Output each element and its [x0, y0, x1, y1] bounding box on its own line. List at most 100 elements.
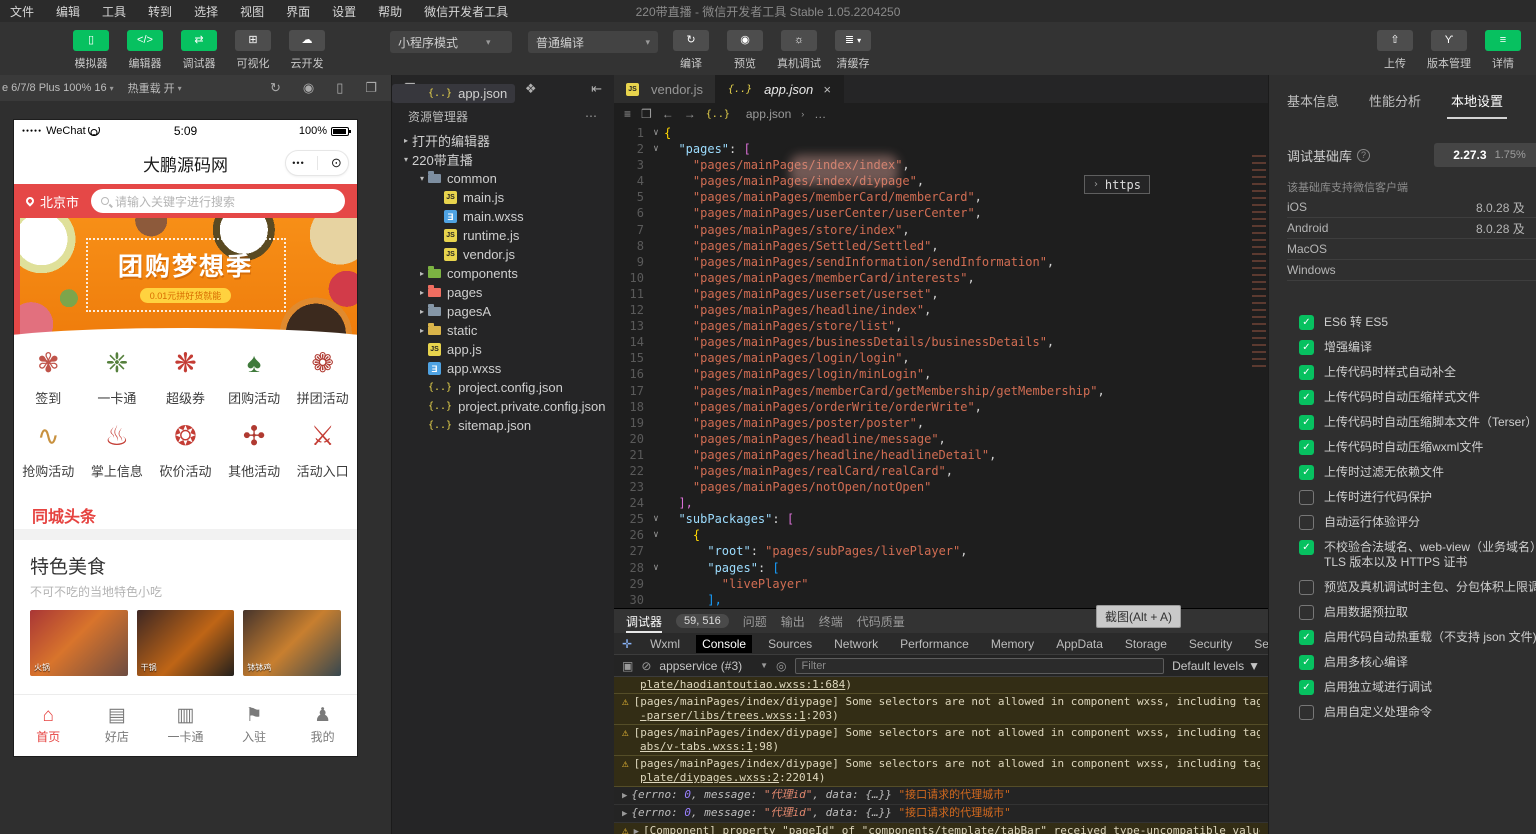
menu-item[interactable]: 转到	[148, 3, 172, 20]
feature-grid-item[interactable]: ❁拼团活动	[288, 348, 357, 407]
checkbox-unchecked[interactable]	[1299, 580, 1314, 595]
console-message[interactable]: ▶{errno: 0, message: "代理id", data: {…}} …	[614, 787, 1268, 805]
tree-item[interactable]: ▸pages	[392, 283, 614, 302]
outline-icon[interactable]: ≡	[624, 107, 631, 121]
context-select[interactable]: appservice (#3) ▼	[659, 659, 768, 673]
menu-item[interactable]: 帮助	[378, 3, 402, 20]
checkbox-unchecked[interactable]	[1299, 490, 1314, 505]
settings-option[interactable]: 上传时进行代码保护	[1299, 490, 1536, 505]
devtools-tab-sources[interactable]: Sources	[762, 635, 818, 653]
settings-option[interactable]: ✓上传代码时自动压缩脚本文件（Terser）	[1299, 415, 1536, 430]
expand-icon[interactable]: ▶	[634, 827, 639, 834]
log-levels-select[interactable]: Default levels ▼	[1172, 659, 1260, 673]
food-card[interactable]: 干锅	[137, 610, 235, 676]
checkbox-checked[interactable]: ✓	[1299, 415, 1314, 430]
tree-item[interactable]: ▸static	[392, 321, 614, 340]
city-label[interactable]: 北京市	[40, 192, 79, 211]
menu-item[interactable]: 工具	[102, 3, 126, 20]
feature-grid-item[interactable]: ∿抢购活动	[14, 421, 83, 480]
settings-option[interactable]: 启用自定义处理命令	[1299, 705, 1536, 720]
tree-item[interactable]: Ǝmain.wxss	[392, 207, 614, 226]
fold-icon[interactable]: ∨	[648, 511, 664, 527]
details-tab-active[interactable]: 本地设置	[1451, 91, 1503, 119]
feature-grid-item[interactable]: ♠团购活动	[220, 348, 289, 407]
help-icon[interactable]: ?	[1357, 149, 1370, 162]
checkbox-checked[interactable]: ✓	[1299, 440, 1314, 455]
filter-input[interactable]	[795, 658, 1165, 674]
more-actions-icon[interactable]: ⋯	[585, 109, 598, 123]
editor-tab[interactable]: JSvendor.js	[614, 75, 716, 103]
menu-item[interactable]: 界面	[286, 3, 310, 20]
tree-item[interactable]: ▾common	[392, 169, 614, 188]
compile-select[interactable]: 普通编译 ▾	[528, 31, 658, 53]
tree-item[interactable]: JSapp.js	[392, 340, 614, 359]
miniapp-capsule[interactable]: ••• ⊙	[285, 150, 349, 176]
settings-option[interactable]: ✓不校验合法域名、web-view（业务域名）、TLS 版本以及 HTTPS 证…	[1299, 540, 1536, 570]
settings-option[interactable]: ✓上传代码时样式自动补全	[1299, 365, 1536, 380]
checkbox-unchecked[interactable]	[1299, 705, 1314, 720]
settings-option[interactable]: ✓ES6 转 ES5	[1299, 315, 1536, 330]
breadcrumb-more[interactable]: …	[814, 107, 826, 121]
visualize-icon[interactable]: ⊞	[235, 30, 271, 51]
minimap[interactable]	[1252, 155, 1266, 370]
console-message[interactable]: ⚠[pages/mainPages/index/diypage] Some se…	[614, 756, 1268, 787]
code-area[interactable]: › https 1∨{2∨ "pages": [3 "pages/mainPag…	[614, 125, 1268, 608]
editor-icon[interactable]: </>	[127, 30, 163, 51]
clear-console-icon[interactable]: ⊘	[641, 659, 651, 673]
fold-icon[interactable]: ∨	[648, 125, 664, 141]
toolbar-action-button[interactable]: ☼真机调试	[776, 30, 822, 71]
tree-item[interactable]: {..}app.json	[392, 84, 515, 103]
toolbar-action-button[interactable]: ◉预览	[722, 30, 768, 71]
library-version-select[interactable]: 2.27.3 1.75%	[1434, 143, 1536, 167]
phone-tab-active[interactable]: ⌂首页	[14, 695, 83, 756]
toolbar-action-button[interactable]: ↻编译	[668, 30, 714, 71]
compile-icon[interactable]: ↻	[673, 30, 709, 51]
settings-option[interactable]: ✓启用代码自动热重载（不支持 json 文件)	[1299, 630, 1536, 645]
settings-option[interactable]: ✓启用多核心编译	[1299, 655, 1536, 670]
expand-icon[interactable]: ▶	[622, 791, 627, 801]
food-card[interactable]: 火锅	[30, 610, 128, 676]
debugger-tab[interactable]: 代码质量	[857, 613, 905, 630]
version-control-icon[interactable]: ϒ	[1431, 30, 1467, 51]
phone-tab-item[interactable]: ♟我的	[288, 695, 357, 756]
inspect-icon[interactable]: ✛	[622, 637, 632, 651]
menu-item[interactable]: 视图	[240, 3, 264, 20]
settings-option[interactable]: 自动运行体验评分	[1299, 515, 1536, 530]
settings-option[interactable]: ✓上传代码时自动压缩wxml文件	[1299, 440, 1536, 455]
devtools-tab-security[interactable]: Security	[1183, 635, 1238, 653]
settings-option[interactable]: 预览及真机调试时主包、分包体积上限调整为	[1299, 580, 1536, 595]
devtools-tab-wxml[interactable]: Wxml	[644, 635, 686, 653]
checkbox-checked[interactable]: ✓	[1299, 680, 1314, 695]
details-tab-item[interactable]: 基本信息	[1287, 91, 1339, 119]
toolbar-right-button[interactable]: ⇧上传	[1372, 30, 1418, 71]
clear-cache-icon[interactable]: ≣▾	[835, 30, 871, 51]
settings-option[interactable]: ✓增强编译	[1299, 340, 1536, 355]
exit-target-icon[interactable]: ⊙	[331, 155, 342, 171]
fold-icon[interactable]: ∨	[648, 527, 664, 543]
details-icon[interactable]: ≡	[1485, 30, 1521, 51]
tree-item[interactable]: Ǝapp.wxss	[392, 359, 614, 378]
toolbar-button[interactable]: ⊞可视化	[230, 30, 276, 71]
sidebar-toggle-icon[interactable]: ▣	[622, 659, 633, 673]
phone-frame-icon[interactable]: ▯	[336, 80, 343, 96]
close-icon[interactable]: ×	[823, 82, 831, 97]
device-debug-icon[interactable]: ☼	[781, 30, 817, 51]
checkbox-unchecked[interactable]	[1299, 515, 1314, 530]
feature-grid-item[interactable]: ✣其他活动	[220, 421, 289, 480]
tree-item[interactable]: {..}sitemap.json	[392, 416, 614, 435]
checkbox-checked[interactable]: ✓	[1299, 340, 1314, 355]
menu-item[interactable]: 文件	[10, 3, 34, 20]
editor-tab[interactable]: {..}app.json×	[716, 75, 844, 103]
feature-grid-item[interactable]: ❋超级券	[151, 348, 220, 407]
toolbar-action-button[interactable]: ≣▾清缓存	[830, 30, 876, 71]
console-message[interactable]: ⚠[pages/mainPages/index/diypage] Some se…	[614, 725, 1268, 756]
checkbox-checked[interactable]: ✓	[1299, 365, 1314, 380]
device-select[interactable]: e 6/7/8 Plus 100% 16	[2, 82, 107, 94]
feature-grid-item[interactable]: ⚔活动入口	[288, 421, 357, 480]
devtools-tab-appdata[interactable]: AppData	[1050, 635, 1109, 653]
devtools-tab-memory[interactable]: Memory	[985, 635, 1040, 653]
upload-icon[interactable]: ⇧	[1377, 30, 1413, 51]
toolbar-right-button[interactable]: ϒ版本管理	[1426, 30, 1472, 71]
menu-item[interactable]: 微信开发者工具	[424, 3, 508, 20]
settings-option[interactable]: 启用数据预拉取	[1299, 605, 1536, 620]
